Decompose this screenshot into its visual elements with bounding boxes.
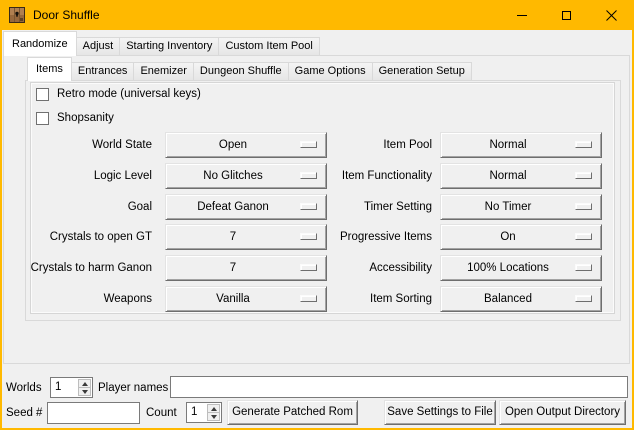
minimize-icon xyxy=(517,15,527,16)
tab-game-options[interactable]: Game Options xyxy=(288,62,373,81)
progressive-items-label: Progressive Items xyxy=(300,224,432,250)
window-title: Door Shuffle xyxy=(33,0,100,30)
spin-up-button[interactable] xyxy=(78,379,91,388)
item-sorting-label: Item Sorting xyxy=(300,286,432,312)
dropdown-indicator-icon xyxy=(575,141,592,148)
spin-down-button[interactable] xyxy=(78,388,91,396)
caption-buttons xyxy=(499,0,634,30)
seed-label: Seed # xyxy=(6,402,42,424)
worlds-value: 1 xyxy=(55,378,61,397)
tab-label: Enemizer xyxy=(140,65,186,77)
tab-label: Custom Item Pool xyxy=(225,40,312,52)
spin-down-icon xyxy=(82,390,88,394)
tab-label: Adjust xyxy=(83,40,114,52)
spin-up-icon xyxy=(211,407,217,411)
count-value: 1 xyxy=(191,403,197,422)
minimize-button[interactable] xyxy=(499,0,544,30)
item-functionality-dropdown[interactable]: Normal xyxy=(440,163,602,189)
item-sorting-dropdown[interactable]: Balanced xyxy=(440,286,602,312)
checkbox-icon[interactable] xyxy=(36,112,49,125)
worlds-label: Worlds xyxy=(6,377,42,399)
player-names-label: Player names xyxy=(98,377,168,399)
spinner-arrows xyxy=(207,404,220,421)
tab-enemizer[interactable]: Enemizer xyxy=(133,62,193,81)
item-pool-dropdown[interactable]: Normal xyxy=(440,132,602,158)
dropdown-indicator-icon xyxy=(575,264,592,271)
spin-up-icon xyxy=(82,382,88,386)
logic-level-label: Logic Level xyxy=(10,163,152,189)
maximize-icon xyxy=(562,11,571,20)
timer-setting-label: Timer Setting xyxy=(300,194,432,220)
tab-starting-inventory[interactable]: Starting Inventory xyxy=(119,37,219,56)
goal-label: Goal xyxy=(10,194,152,220)
tab-label: Randomize xyxy=(12,38,68,50)
timer-setting-dropdown[interactable]: No Timer xyxy=(440,194,602,220)
close-icon xyxy=(606,10,617,21)
seed-input[interactable] xyxy=(47,402,140,424)
spin-down-button[interactable] xyxy=(207,413,220,421)
door-shuffle-window: Door Shuffle Randomize Adjust Starting I… xyxy=(0,0,634,430)
accessibility-dropdown[interactable]: 100% Locations xyxy=(440,255,602,281)
tab-label: Game Options xyxy=(295,65,366,77)
item-functionality-label: Item Functionality xyxy=(300,163,432,189)
dropdown-indicator-icon xyxy=(575,203,592,210)
titlebar[interactable]: Door Shuffle xyxy=(0,0,634,30)
tab-label: Dungeon Shuffle xyxy=(200,65,282,77)
crystals-ganon-label: Crystals to harm Ganon xyxy=(10,255,152,281)
tab-generation-setup[interactable]: Generation Setup xyxy=(372,62,472,81)
dropdown-indicator-icon xyxy=(575,233,592,240)
randomize-sub-tabstrip: Items Entrances Enemizer Dungeon Shuffle… xyxy=(27,57,471,81)
tab-label: Generation Setup xyxy=(379,65,465,77)
player-names-input[interactable] xyxy=(170,376,628,398)
window-border-left xyxy=(0,30,2,430)
count-spinner[interactable]: 1 xyxy=(186,402,222,423)
accessibility-label: Accessibility xyxy=(300,255,432,281)
worlds-spinner[interactable]: 1 xyxy=(50,377,93,398)
close-button[interactable] xyxy=(589,0,634,30)
spin-up-button[interactable] xyxy=(207,404,220,413)
world-state-label: World State xyxy=(10,132,152,158)
shopsanity-label: Shopsanity xyxy=(57,111,114,125)
tab-adjust[interactable]: Adjust xyxy=(76,37,121,56)
main-tabstrip: Randomize Adjust Starting Inventory Cust… xyxy=(3,31,319,56)
tab-dungeon-shuffle[interactable]: Dungeon Shuffle xyxy=(193,62,289,81)
tab-items[interactable]: Items xyxy=(27,57,72,81)
tab-entrances[interactable]: Entrances xyxy=(71,62,135,81)
spin-down-icon xyxy=(211,415,217,419)
weapons-label: Weapons xyxy=(10,286,152,312)
retro-mode-checkbox[interactable]: Retro mode (universal keys) xyxy=(36,87,201,101)
tab-label: Items xyxy=(36,63,63,75)
save-settings-button[interactable]: Save Settings to File xyxy=(384,400,496,425)
maximize-button[interactable] xyxy=(544,0,589,30)
item-pool-label: Item Pool xyxy=(300,132,432,158)
tab-randomize[interactable]: Randomize xyxy=(3,31,77,56)
tab-custom-item-pool[interactable]: Custom Item Pool xyxy=(218,37,319,56)
tab-label: Entrances xyxy=(78,65,128,77)
checkbox-icon[interactable] xyxy=(36,88,49,101)
shopsanity-checkbox[interactable]: Shopsanity xyxy=(36,111,114,125)
app-icon xyxy=(9,7,25,23)
retro-mode-label: Retro mode (universal keys) xyxy=(57,87,201,101)
dropdown-indicator-icon xyxy=(575,295,592,302)
progressive-items-dropdown[interactable]: On xyxy=(440,224,602,250)
crystals-gt-label: Crystals to open GT xyxy=(10,224,152,250)
count-label: Count xyxy=(146,402,177,424)
generate-patched-rom-button[interactable]: Generate Patched Rom xyxy=(227,400,358,425)
spinner-arrows xyxy=(78,379,91,396)
open-output-directory-button[interactable]: Open Output Directory xyxy=(499,400,626,425)
tab-label: Starting Inventory xyxy=(126,40,212,52)
dropdown-indicator-icon xyxy=(575,172,592,179)
